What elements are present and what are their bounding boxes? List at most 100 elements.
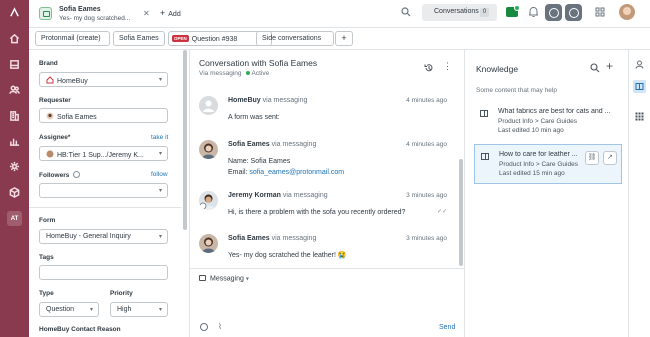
divider	[29, 207, 181, 208]
avatar	[199, 234, 218, 253]
brand-logo-icon	[46, 76, 54, 84]
user-avatar[interactable]	[619, 4, 635, 20]
knowledge-article[interactable]: How to care for leather ... Product Info…	[474, 144, 622, 184]
customers-icon[interactable]	[7, 82, 22, 97]
history-icon[interactable]	[424, 63, 434, 73]
chevron-down-icon: ▾	[158, 234, 162, 240]
type-select[interactable]: Question ▾	[39, 302, 99, 317]
contact-reason-label: HomeBuy Contact Reason	[39, 326, 121, 333]
email-link[interactable]: sofia_eames@protonmail.com	[249, 169, 344, 176]
message-author-name: HomeBuy	[228, 97, 261, 104]
knowledge-book-icon[interactable]	[633, 80, 646, 93]
zendesk-logo-icon[interactable]	[7, 5, 22, 20]
side-conversations-button[interactable]: Side conversations	[256, 31, 334, 46]
message-body: A form was sent:	[228, 114, 280, 121]
message-via: via messaging	[282, 192, 328, 199]
message-author: HomeBuy via messaging	[228, 97, 307, 104]
admin-gear-icon[interactable]	[7, 159, 22, 174]
search-icon[interactable]	[401, 7, 411, 17]
ticket-properties-panel: Brand HomeBuy ▾ Requester Sofia Eames As…	[29, 50, 187, 337]
chevron-down-icon: ▾	[89, 307, 93, 313]
ticket-tab[interactable]: Sofia Eames Yes- my dog scratched... ✕	[32, 2, 155, 25]
requester-avatar-icon	[46, 112, 54, 120]
messaging-app-icon[interactable]	[565, 4, 582, 21]
channel-label: Messaging	[210, 275, 244, 283]
plus-icon: +	[160, 8, 166, 18]
form-value: HomeBuy - General Inquiry	[46, 233, 131, 240]
knowledge-article[interactable]: What fabrics are best for cats and ... P…	[474, 102, 622, 142]
properties-scrollbar[interactable]	[183, 50, 187, 230]
top-bar: Sofia Eames Yes- my dog scratched... ✕ +…	[29, 0, 650, 28]
chevron-down-icon: ▾	[158, 77, 162, 83]
conversation-channel: Via messaging	[199, 70, 242, 77]
assignee-select[interactable]: HB:Tier 1 Sup.../Jeremy K... ▾	[39, 146, 168, 161]
brand-select[interactable]: HomeBuy ▾	[39, 72, 168, 87]
conversations-button[interactable]: Conversations 0	[422, 4, 497, 21]
plus-icon[interactable]: +	[606, 59, 613, 73]
apps-cube-icon[interactable]	[7, 185, 22, 200]
talk-phone-icon[interactable]	[545, 4, 562, 21]
requester-field[interactable]: Sofia Eames	[39, 108, 168, 123]
take-it-link[interactable]: take it	[151, 134, 168, 141]
brand-label: Brand	[39, 60, 58, 67]
chat-status-icon[interactable]	[506, 5, 520, 17]
conversation-status: Active	[251, 70, 270, 77]
crumb-requester[interactable]: Sofia Eames	[113, 31, 165, 46]
priority-label: Priority	[110, 290, 133, 297]
left-nav-rail: AT	[0, 0, 29, 337]
brand-value: HomeBuy	[57, 78, 88, 85]
organizations-icon[interactable]	[7, 108, 22, 123]
message-author: Jeremy Korman via messaging	[228, 192, 328, 199]
more-options-icon[interactable]: ⋮	[443, 61, 452, 72]
conversation-scrollbar[interactable]	[459, 159, 463, 266]
apps-grid-icon[interactable]	[633, 110, 646, 123]
open-external-icon[interactable]: ↗	[603, 151, 617, 165]
message-author: Sofia Eames via messaging	[228, 141, 316, 148]
followers-label: Followers	[39, 171, 81, 179]
tags-input[interactable]	[39, 265, 168, 280]
requester-label: Requester	[39, 97, 71, 104]
article-icon	[480, 110, 488, 117]
crumb-organization[interactable]: Protonmail (create)	[35, 31, 110, 46]
priority-select[interactable]: High ▾	[110, 302, 168, 317]
bell-icon[interactable]	[528, 6, 539, 18]
conversation-title: Conversation with Sofia Eames	[199, 58, 318, 68]
message-author-name: Jeremy Korman	[228, 192, 281, 199]
follow-link[interactable]: follow	[151, 171, 168, 178]
channel-selector[interactable]: Messaging ▾	[199, 275, 249, 283]
home-icon[interactable]	[7, 31, 22, 46]
type-value: Question	[46, 306, 75, 313]
user-initials-avatar[interactable]: AT	[7, 211, 22, 226]
send-button[interactable]: Send	[439, 324, 455, 331]
user-profile-icon[interactable]	[633, 58, 646, 71]
emoji-icon[interactable]	[200, 323, 208, 331]
link-icon[interactable]: ⛓	[585, 151, 599, 165]
avatar	[199, 140, 218, 159]
read-receipt-icon: ✓✓	[436, 209, 447, 215]
messaging-icon	[199, 275, 206, 281]
views-icon[interactable]	[7, 57, 22, 72]
form-select[interactable]: HomeBuy - General Inquiry ▾	[39, 229, 168, 244]
email-label: Email:	[228, 169, 250, 176]
message-line: Name: Sofia Eames	[228, 158, 291, 165]
search-icon[interactable]	[590, 63, 600, 73]
article-title: How to care for leather ...	[499, 151, 578, 158]
conversations-count-badge: 0	[480, 8, 489, 17]
chevron-down-icon: ▾	[158, 151, 162, 157]
close-icon[interactable]: ✕	[143, 9, 150, 18]
reporting-icon[interactable]	[7, 134, 22, 149]
add-tab-button[interactable]: + Add	[160, 8, 181, 18]
article-icon	[481, 153, 489, 160]
article-edited: Last edited 15 min ago	[499, 170, 565, 177]
product-tray-grid-icon[interactable]	[595, 7, 605, 17]
add-side-conversation-button[interactable]: +	[335, 31, 353, 46]
followers-select[interactable]: ▾	[39, 183, 168, 198]
attachment-icon[interactable]: ⌇	[218, 322, 222, 331]
priority-value: High	[117, 306, 132, 313]
assignee-avatar-icon	[46, 150, 54, 158]
message-author-name: Sofia Eames	[228, 141, 270, 148]
message-via: via messaging	[262, 97, 308, 104]
status-badge: OPEN	[172, 35, 189, 42]
chevron-down-icon: ▾	[158, 188, 162, 194]
message-author: Sofia Eames via messaging	[228, 235, 316, 242]
